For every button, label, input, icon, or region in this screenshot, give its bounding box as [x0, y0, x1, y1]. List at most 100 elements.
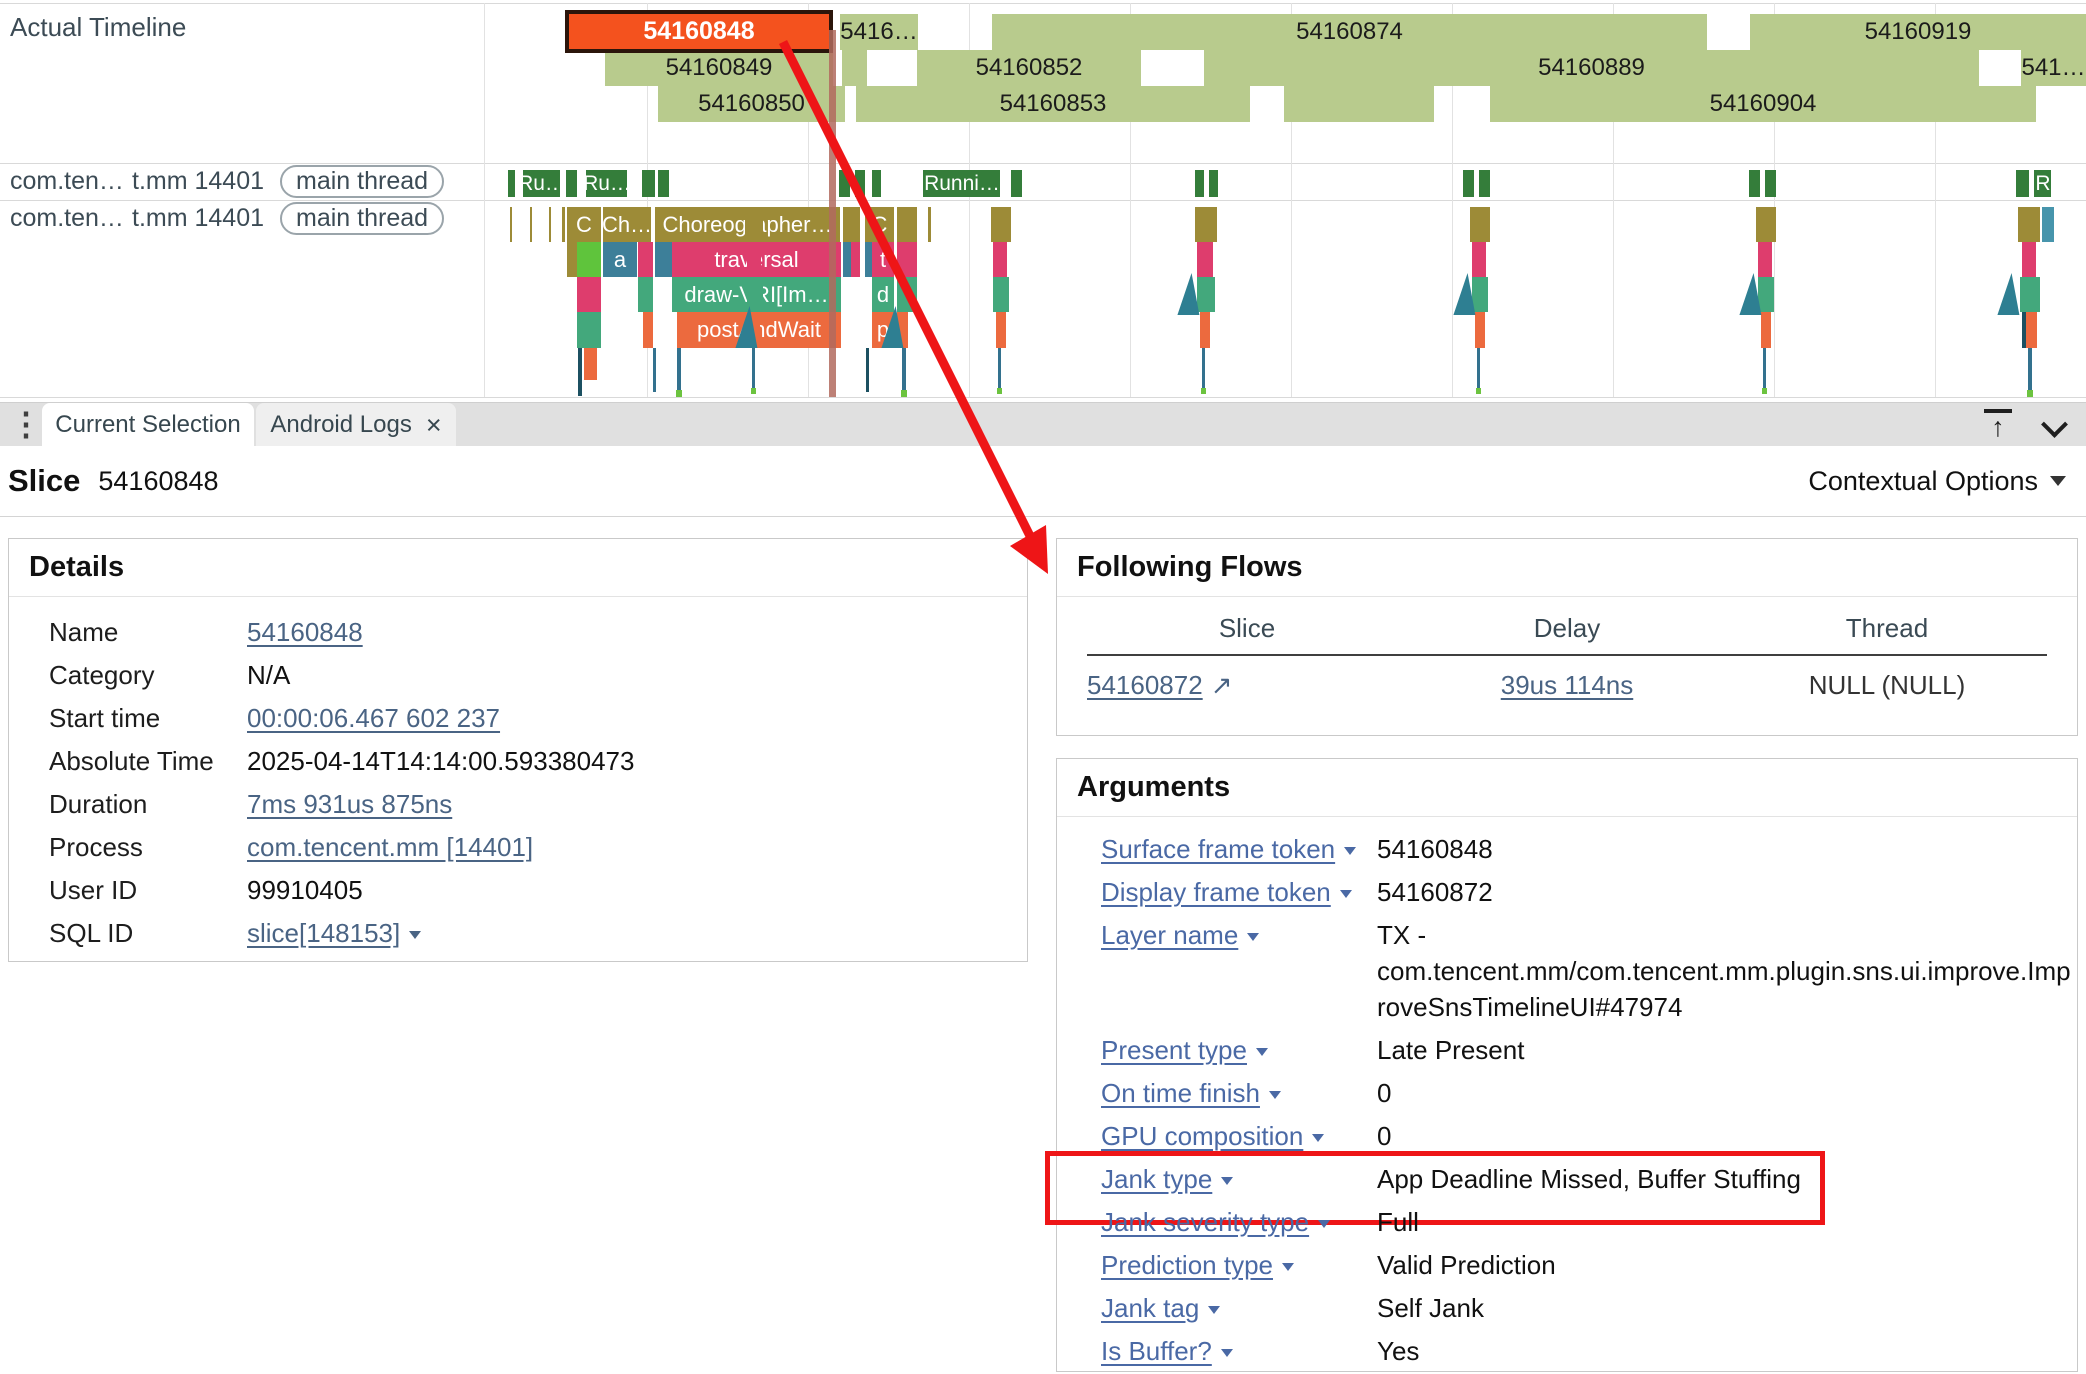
thread-slice[interactable]	[1197, 242, 1213, 277]
thread-slice[interactable]	[1472, 242, 1486, 277]
detail-value[interactable]: 7ms 931us 875ns	[247, 789, 452, 820]
thread-slice[interactable]	[1762, 388, 1767, 394]
thread-slice[interactable]: t	[872, 242, 894, 277]
argument-key-link[interactable]: On time finish	[1101, 1078, 1260, 1108]
running-slice[interactable]: Ru…	[523, 170, 561, 197]
running-slice[interactable]	[508, 170, 516, 197]
argument-key-link[interactable]: Is Buffer?	[1101, 1336, 1212, 1366]
thread-slice[interactable]	[745, 207, 763, 242]
running-slice[interactable]	[658, 170, 670, 197]
thread-slice[interactable]	[510, 207, 512, 242]
collapse-to-top-icon[interactable]: ↑	[1980, 409, 2016, 443]
thread-slice[interactable]	[643, 312, 653, 348]
thread-track-label[interactable]: com.ten…t.mm 14401main thread	[0, 163, 444, 200]
thread-slice[interactable]	[1200, 312, 1210, 348]
overflow-menu-icon[interactable]: ⋮	[10, 405, 42, 443]
argument-key-link[interactable]: GPU composition	[1101, 1121, 1303, 1151]
caret-down-icon[interactable]	[1312, 1134, 1324, 1142]
frame-slice[interactable]: 54160853	[856, 86, 1250, 122]
thread-slice[interactable]	[2042, 207, 2054, 242]
caret-down-icon[interactable]	[1208, 1306, 1220, 1314]
caret-down-icon[interactable]	[1282, 1263, 1294, 1271]
thread-slice[interactable]	[2028, 348, 2032, 396]
caret-down-icon[interactable]	[1269, 1091, 1281, 1099]
thread-slice[interactable]	[866, 348, 869, 392]
link-out-icon[interactable]: ↗	[1211, 670, 1233, 701]
thread-slice[interactable]	[577, 277, 601, 312]
thread-slice[interactable]	[996, 312, 1006, 348]
thread-slice[interactable]	[2027, 390, 2033, 397]
caret-down-icon[interactable]	[1344, 847, 1356, 855]
running-slice[interactable]	[1195, 170, 1205, 197]
delay-link[interactable]: 39us 114ns	[1501, 670, 1634, 700]
thread-slice[interactable]	[1477, 348, 1480, 392]
running-slice[interactable]	[839, 170, 851, 197]
detail-value[interactable]: 54160848	[247, 617, 363, 648]
thread-slice[interactable]	[549, 207, 551, 242]
contextual-options-button[interactable]: Contextual Options	[1808, 466, 2066, 497]
caret-down-icon[interactable]	[1256, 1048, 1268, 1056]
detail-value[interactable]: com.tencent.mm [14401]	[247, 832, 533, 863]
frame-slice[interactable]: 541…	[2021, 50, 2086, 86]
thread-slice[interactable]	[584, 348, 597, 380]
running-slice[interactable]	[872, 170, 882, 197]
thread-slice[interactable]	[747, 242, 761, 277]
thread-slice[interactable]: Ch…	[603, 207, 651, 242]
thread-slice[interactable]	[655, 242, 672, 277]
thread-slice[interactable]	[577, 242, 601, 277]
caret-down-icon[interactable]	[409, 931, 421, 939]
argument-key-link[interactable]: Jank tag	[1101, 1293, 1199, 1323]
frame-slice[interactable]: 54160852	[917, 50, 1141, 86]
thread-slice[interactable]: a	[603, 242, 637, 277]
caret-down-icon[interactable]	[1221, 1177, 1233, 1185]
thread-slice[interactable]	[567, 242, 577, 277]
thread-slice[interactable]	[676, 390, 682, 397]
thread-slice[interactable]	[902, 348, 906, 395]
thread-slice[interactable]	[901, 390, 907, 397]
running-slice[interactable]	[1209, 170, 1219, 197]
caret-down-icon[interactable]	[1340, 890, 1352, 898]
thread-track-label[interactable]: com.ten…t.mm 14401main thread	[0, 200, 444, 237]
argument-key-link[interactable]: Display frame token	[1101, 877, 1331, 907]
thread-slice[interactable]	[897, 242, 917, 277]
thread-slice[interactable]	[1756, 207, 1776, 242]
running-slice[interactable]: Runni…	[923, 170, 1001, 197]
running-slice[interactable]	[1749, 170, 1761, 197]
thread-slice[interactable]	[1201, 388, 1206, 394]
running-slice[interactable]	[2016, 170, 2030, 197]
caret-down-icon[interactable]	[1221, 1349, 1233, 1357]
thread-slice[interactable]	[1470, 207, 1490, 242]
thread-slice[interactable]	[993, 242, 1007, 277]
thread-slice[interactable]	[1761, 312, 1771, 348]
thread-slice[interactable]	[843, 207, 860, 242]
thread-slice[interactable]	[851, 242, 860, 277]
running-slice[interactable]	[566, 170, 578, 197]
tab-android-logs[interactable]: Android Logs ×	[256, 403, 456, 447]
frame-slice[interactable]: 54160904	[1490, 86, 2036, 122]
caret-down-icon[interactable]	[1247, 933, 1259, 941]
running-slice[interactable]	[642, 170, 656, 197]
frame-slice[interactable]	[842, 50, 867, 86]
caret-down-icon[interactable]	[1318, 1220, 1330, 1228]
running-slice[interactable]	[1765, 170, 1777, 197]
frame-slice[interactable]	[1284, 86, 1434, 122]
thread-slice[interactable]	[1763, 348, 1766, 392]
thread-slice[interactable]	[928, 207, 931, 242]
thread-slice[interactable]	[998, 348, 1001, 392]
frame-slice[interactable]: 54160874	[992, 14, 1707, 50]
slice-link[interactable]: 54160872	[1087, 670, 1203, 700]
argument-key-link[interactable]: Layer name	[1101, 920, 1238, 950]
thread-slice[interactable]	[578, 348, 582, 396]
thread-slice[interactable]	[653, 348, 656, 392]
argument-key-link[interactable]: Jank severity type	[1101, 1207, 1309, 1237]
thread-slice[interactable]	[2018, 207, 2040, 242]
thread-slice[interactable]	[1202, 348, 1205, 392]
frame-slice[interactable]: 54160889	[1204, 50, 1979, 86]
thread-slice[interactable]	[577, 312, 601, 348]
thread-slice[interactable]	[638, 277, 653, 312]
argument-key-link[interactable]: Surface frame token	[1101, 834, 1335, 864]
argument-key-link[interactable]: Prediction type	[1101, 1250, 1273, 1280]
thread-slice[interactable]	[865, 242, 872, 277]
thread-slice[interactable]	[1195, 207, 1217, 242]
thread-slice[interactable]	[843, 242, 851, 277]
